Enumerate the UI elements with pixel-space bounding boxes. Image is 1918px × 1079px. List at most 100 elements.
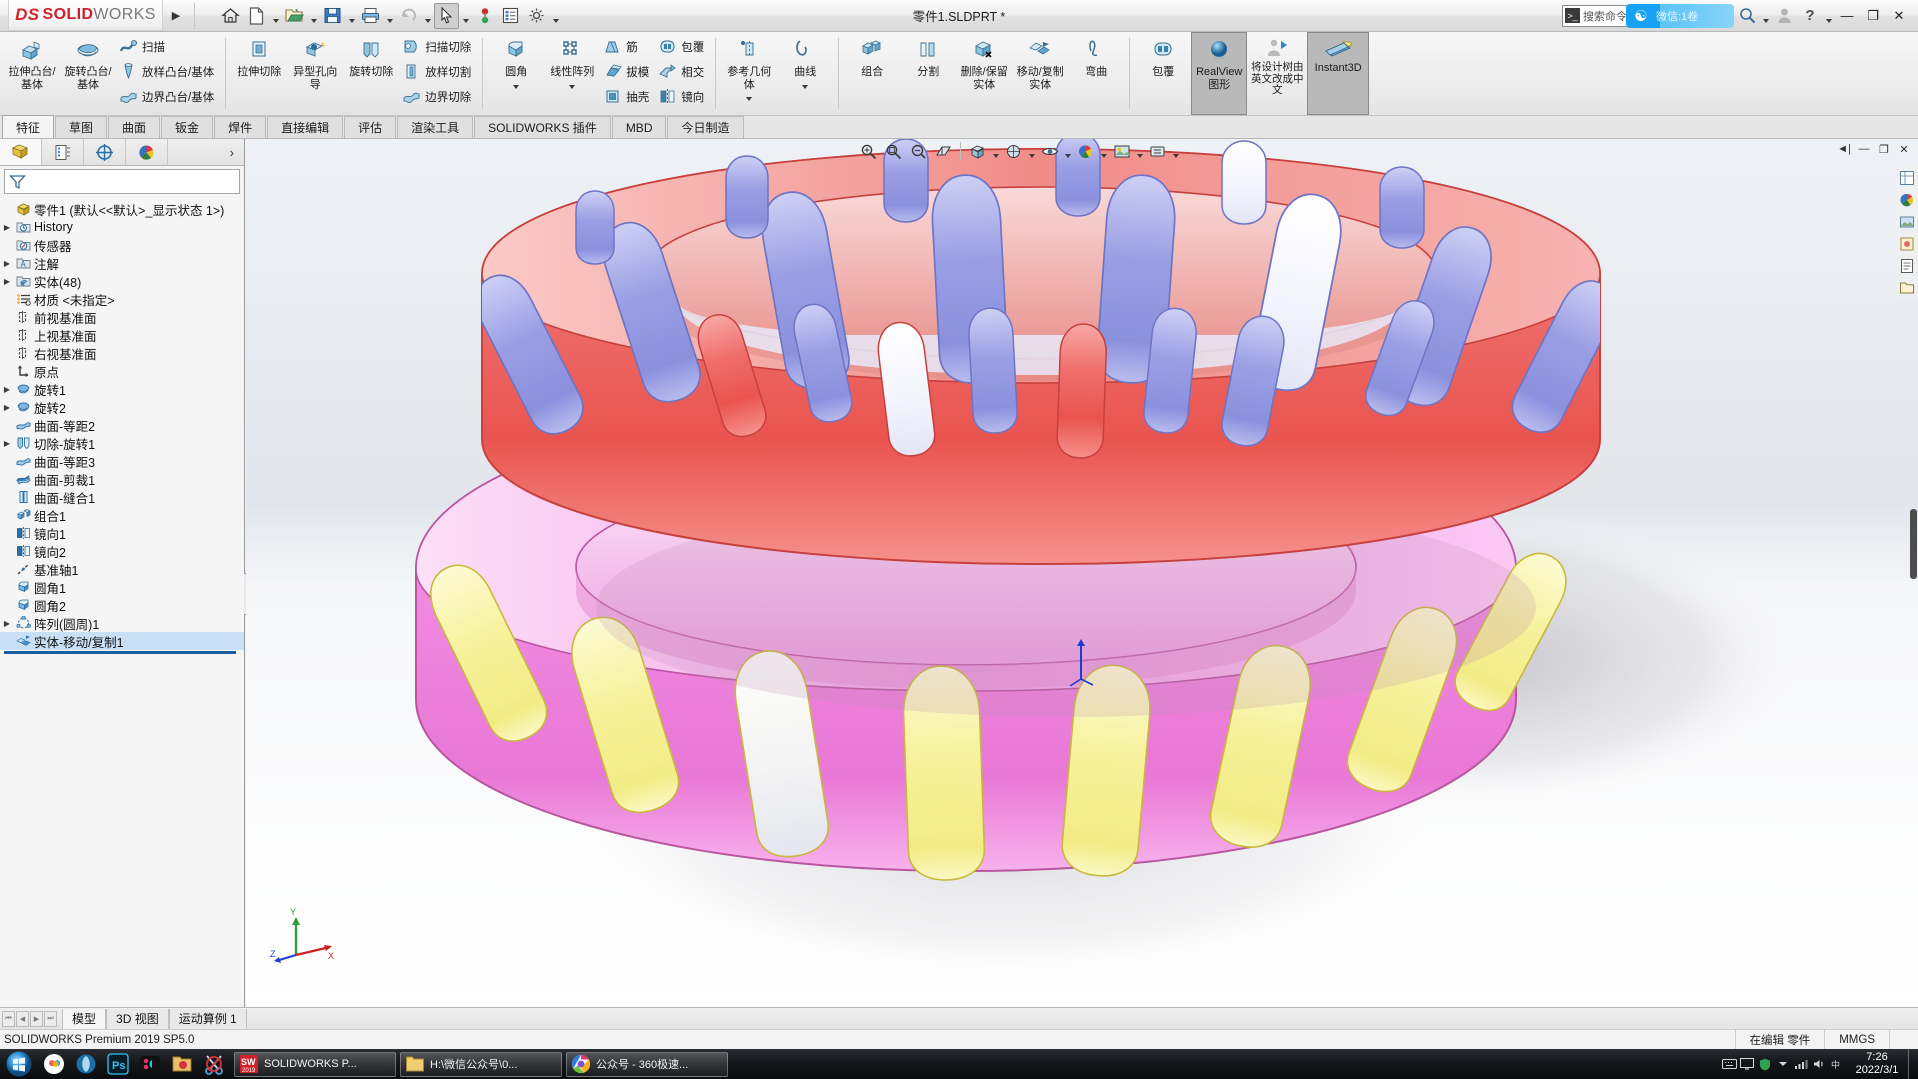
tree-language-button[interactable]: 将设计树由英文改成中文 (1247, 32, 1307, 115)
lofted-cut-button[interactable]: 放样切割 (399, 59, 477, 84)
apply-scene-icon[interactable] (1109, 140, 1134, 163)
status-resize-grip[interactable] (1889, 1030, 1918, 1049)
tree-item-11[interactable]: ▶ 旋转2 (0, 398, 244, 416)
tray-network-icon[interactable] (1792, 1050, 1810, 1078)
tray-arrow-icon[interactable] (1774, 1050, 1792, 1078)
open-caret-icon[interactable] (308, 3, 319, 29)
configuration-manager-tab[interactable] (84, 139, 126, 165)
tab-nav-prev-icon[interactable]: ◀ (16, 1010, 29, 1027)
help-icon[interactable]: ? (1797, 3, 1823, 29)
undo-icon[interactable] (396, 3, 421, 29)
photoshop-icon[interactable]: Ps (102, 1050, 134, 1078)
gfx-minimize-icon[interactable]: — (1854, 140, 1874, 158)
curves-button[interactable]: 曲线 (777, 32, 833, 115)
view-settings-caret-icon[interactable] (1170, 140, 1181, 163)
graphics-vertical-scrollbar[interactable] (1910, 509, 1917, 579)
tree-expander-icon[interactable]: ▶ (0, 385, 14, 394)
tree-item-23[interactable]: ▶ 阵列(圆周)1 (0, 614, 244, 632)
draft-button[interactable]: 拔模 (600, 59, 655, 84)
tray-lang-icon[interactable]: 中 (1828, 1050, 1846, 1078)
tab-nav-last-icon[interactable]: ⏭ (44, 1010, 57, 1027)
linear-pattern-button[interactable]: 线性阵列 (544, 32, 600, 115)
restore-button[interactable]: ❐ (1860, 3, 1886, 29)
move-copy-body-button[interactable]: 移动/复制实体 (1012, 32, 1068, 115)
tree-item-22[interactable]: 圆角2 (0, 596, 244, 614)
decals-icon[interactable] (1898, 234, 1917, 253)
feature-manager-tab[interactable] (0, 139, 42, 165)
display-style-caret-icon[interactable] (1026, 140, 1037, 163)
edit-appearance-caret-icon[interactable] (1098, 140, 1109, 163)
account-avatar-icon[interactable] (1771, 3, 1797, 29)
tree-filter-input[interactable] (4, 169, 240, 194)
tree-item-18[interactable]: 镜向1 (0, 524, 244, 542)
view-palette-icon[interactable] (1898, 168, 1917, 187)
loft-button[interactable]: 放样凸台/基体 (116, 59, 220, 84)
split-button[interactable]: 分割 (900, 32, 956, 115)
snip-tool-icon[interactable] (198, 1050, 230, 1078)
options-gear-icon[interactable] (524, 3, 549, 29)
fillet-button[interactable]: 圆角 (488, 32, 544, 115)
boundary-boss-button[interactable]: 边界凸台/基体 (116, 84, 220, 109)
tree-item-17[interactable]: 组合1 (0, 506, 244, 524)
zoom-to-fit-icon[interactable] (856, 140, 881, 163)
tree-item-1[interactable]: ▶ History (0, 218, 244, 236)
bottom-tab-model[interactable]: 模型 (62, 1008, 107, 1029)
tree-item-9[interactable]: 原点 (0, 362, 244, 380)
options-caret-icon[interactable] (550, 3, 561, 29)
display-manager-tab[interactable] (126, 139, 168, 165)
mirror-button[interactable]: 镜向 (655, 84, 710, 109)
tree-item-4[interactable]: ▶ 实体(48) (0, 272, 244, 290)
extrude-cut-button[interactable]: 拉伸切除 (231, 32, 287, 115)
design-library-icon[interactable] (1898, 278, 1917, 297)
tree-item-16[interactable]: 曲面-缝合1 (0, 488, 244, 506)
intersect-button[interactable]: 相交 (655, 59, 710, 84)
search-magnifier-icon[interactable] (1734, 3, 1760, 29)
file-properties-icon[interactable] (498, 3, 523, 29)
tree-item-13[interactable]: ▶ 切除-旋转1 (0, 434, 244, 452)
folder-red-icon[interactable] (166, 1050, 198, 1078)
fillet-caret-icon[interactable] (509, 85, 523, 89)
hole-wizard-button[interactable]: 异型孔向导 (287, 32, 343, 115)
show-desktop-button[interactable] (1908, 1049, 1918, 1079)
realview-graphics-button[interactable]: RealView 图形 (1191, 32, 1248, 115)
home-icon[interactable] (218, 3, 243, 29)
tab-direct-editing[interactable]: 直接编辑 (267, 116, 344, 138)
media-player-icon[interactable] (134, 1050, 166, 1078)
tree-item-8[interactable]: 右视基准面 (0, 344, 244, 362)
save-icon[interactable] (320, 3, 345, 29)
edit-appearance-icon[interactable] (1073, 140, 1098, 163)
bottom-tab-motion-study[interactable]: 运动算例 1 (168, 1008, 247, 1029)
tab-sheetmetal[interactable]: 钣金 (161, 116, 214, 138)
zoom-to-area-icon[interactable] (881, 140, 906, 163)
gfx-close-icon[interactable]: ✕ (1894, 140, 1914, 158)
manager-panel-expand-icon[interactable]: › (168, 139, 244, 165)
apply-scene-caret-icon[interactable] (1134, 140, 1145, 163)
wrap2-button[interactable]: 包覆 (1135, 32, 1191, 115)
tab-sketch[interactable]: 草图 (55, 116, 108, 138)
tree-item-15[interactable]: 曲面-剪裁1 (0, 470, 244, 488)
tree-item-20[interactable]: 基准轴1 (0, 560, 244, 578)
property-manager-tab[interactable] (42, 139, 84, 165)
tree-item-12[interactable]: 曲面-等距2 (0, 416, 244, 434)
reference-geometry-button[interactable]: 参考几何体 (721, 32, 777, 115)
gfx-restore-left-icon[interactable]: ◄| (1834, 140, 1854, 158)
linear-pattern-caret-icon[interactable] (565, 85, 579, 89)
tree-item-24[interactable]: 实体-移动/复制1 (0, 632, 244, 650)
tab-evaluate[interactable]: 评估 (344, 116, 397, 138)
revolve-cut-button[interactable]: 旋转切除 (343, 32, 399, 115)
hide-show-caret-icon[interactable] (1062, 140, 1073, 163)
hide-show-items-icon[interactable] (1037, 140, 1062, 163)
shell-button[interactable]: 抽壳 (600, 84, 655, 109)
combine-button[interactable]: 组合 (844, 32, 900, 115)
feature-tree[interactable]: 零件1 (默认<<默认>_显示状态 1>) ▶ History 传感器 ▶ A 注解 ▶ 实体… (0, 197, 244, 1007)
print-caret-icon[interactable] (384, 3, 395, 29)
tree-expander-icon[interactable]: ▶ (0, 403, 14, 412)
flex-button[interactable]: 弯曲 (1068, 32, 1124, 115)
new-document-icon[interactable] (244, 3, 269, 29)
tree-item-7[interactable]: 上视基准面 (0, 326, 244, 344)
reference-geometry-caret-icon[interactable] (742, 97, 756, 101)
boundary-cut-button[interactable]: 边界切除 (399, 84, 477, 109)
tab-nav-next-icon[interactable]: ▶ (30, 1010, 43, 1027)
graphics-viewport[interactable]: ◄| — ❐ ✕ Y X Z (246, 139, 1918, 1007)
new-document-caret-icon[interactable] (270, 3, 281, 29)
